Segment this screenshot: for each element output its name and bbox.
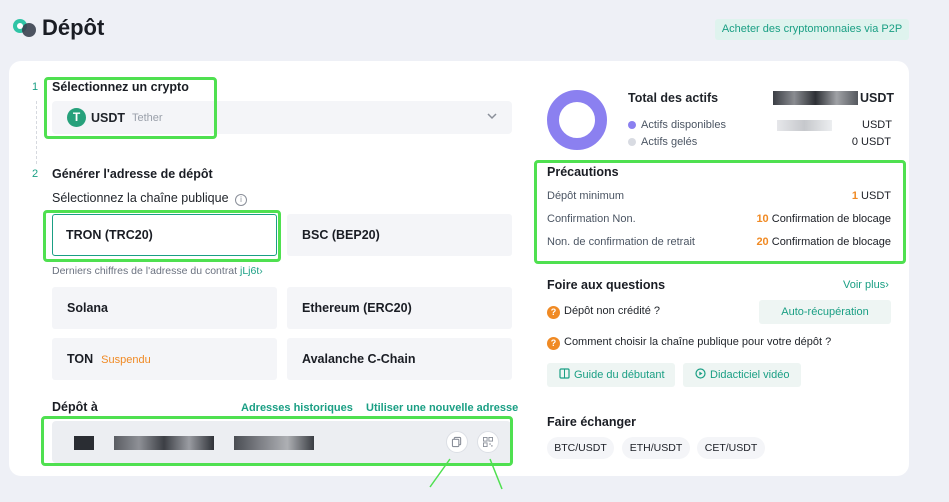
deposit-to-title: Dépôt à bbox=[52, 400, 98, 414]
chain-bsc-bep20[interactable]: BSC (BEP20) bbox=[287, 214, 512, 256]
generate-address-title: Générer l'adresse de dépôt bbox=[52, 167, 213, 181]
qr-code-icon bbox=[483, 437, 493, 447]
chain-select-label: Sélectionnez la chaîne publique i bbox=[52, 191, 248, 206]
chain-name: TON bbox=[67, 352, 94, 366]
withdraw-confirmation-number: 20 bbox=[756, 236, 769, 248]
withdraw-confirmation-value: 20 Confirmation de blocage bbox=[700, 236, 891, 248]
chevron-down-icon bbox=[487, 113, 497, 120]
confirmation-label: Confirmation Non. bbox=[547, 213, 636, 225]
pair-eth-usdt[interactable]: ETH/USDT bbox=[622, 437, 690, 459]
total-assets-unit: USDT bbox=[860, 91, 895, 105]
frozen-assets-row: Actifs gelés bbox=[628, 136, 697, 148]
available-assets-redaction bbox=[777, 120, 832, 131]
auto-recovery-button[interactable]: Auto-récupération bbox=[759, 300, 891, 324]
step-connector bbox=[36, 101, 37, 164]
video-tutorial-label: Didacticiel vidéo bbox=[710, 369, 790, 381]
contract-hint-text: Derniers chiffres de l'adresse du contra… bbox=[52, 265, 238, 277]
faq-question-text: Dépôt non crédité ? bbox=[564, 305, 661, 317]
precautions-title: Précautions bbox=[547, 165, 619, 179]
available-assets-unit: USDT bbox=[862, 119, 892, 131]
chain-name: TRON (TRC20) bbox=[66, 228, 153, 242]
frozen-legend-dot bbox=[628, 138, 636, 147]
usdt-coin-icon: T bbox=[67, 108, 86, 127]
assets-donut-chart bbox=[547, 90, 607, 150]
min-deposit-value: 1 USDT bbox=[700, 190, 891, 202]
buy-crypto-p2p-button[interactable]: Acheter des cryptomonnaies via P2P bbox=[715, 19, 909, 40]
available-legend-dot bbox=[628, 121, 636, 130]
see-more-text: Voir plus bbox=[843, 279, 886, 291]
withdraw-confirmation-text: Confirmation de blocage bbox=[771, 236, 891, 248]
chain-ton[interactable]: TON Suspendu bbox=[52, 338, 277, 380]
info-icon[interactable]: i bbox=[235, 194, 248, 206]
available-assets-row: Actifs disponibles bbox=[628, 119, 726, 131]
contract-suffix: jLj6t bbox=[240, 265, 260, 277]
chain-ethereum-erc20[interactable]: Ethereum (ERC20) bbox=[287, 287, 512, 329]
chain-name: Solana bbox=[67, 301, 108, 315]
total-assets-redaction bbox=[773, 91, 858, 105]
pair-cet-usdt[interactable]: CET/USDT bbox=[697, 437, 765, 459]
chain-solana[interactable]: Solana bbox=[52, 287, 277, 329]
play-icon bbox=[695, 368, 706, 379]
selected-coin-name: Tether bbox=[132, 112, 163, 124]
annotation-arrows bbox=[429, 458, 503, 490]
historical-addresses-link[interactable]: Adresses historiques bbox=[241, 402, 353, 414]
min-deposit-label: Dépôt minimum bbox=[547, 190, 625, 202]
faq-question-text: Comment choisir la chaîne publique pour … bbox=[564, 336, 832, 348]
pair-btc-usdt[interactable]: BTC/USDT bbox=[547, 437, 614, 459]
copy-address-button[interactable] bbox=[446, 431, 468, 453]
page-header: Dépôt Acheter des cryptomonnaies via P2P bbox=[0, 0, 949, 58]
step-2-number: 2 bbox=[32, 168, 39, 180]
copy-icon bbox=[451, 436, 462, 448]
address-redaction bbox=[114, 436, 214, 450]
min-deposit-unit: USDT bbox=[861, 190, 891, 202]
see-more-arrow-icon: › bbox=[885, 279, 889, 291]
frozen-assets-label: Actifs gelés bbox=[641, 136, 698, 148]
chain-select-label-text: Sélectionnez la chaîne publique bbox=[52, 191, 229, 205]
address-redaction bbox=[234, 436, 314, 450]
contract-arrow-icon: › bbox=[259, 265, 263, 277]
page-title: Dépôt bbox=[42, 15, 105, 40]
chain-name: BSC (BEP20) bbox=[302, 228, 380, 242]
faq-question-not-credited[interactable]: ? Dépôt non crédité ? bbox=[547, 305, 660, 319]
chain-name: Avalanche C-Chain bbox=[302, 352, 416, 366]
crypto-select[interactable]: T USDT Tether bbox=[52, 101, 512, 134]
faq-title: Foire aux questions bbox=[547, 278, 666, 292]
beginner-guide-label: Guide du débutant bbox=[574, 369, 665, 381]
withdraw-confirmation-label: Non. de confirmation de retrait bbox=[547, 236, 695, 248]
frozen-assets-value: 0 USDT bbox=[851, 136, 891, 148]
contract-hint: Derniers chiffres de l'adresse du contra… bbox=[52, 265, 263, 277]
confirmation-number: 10 bbox=[756, 213, 769, 225]
chain-avalanche-c-chain[interactable]: Avalanche C-Chain bbox=[287, 338, 512, 380]
min-deposit-number: 1 bbox=[851, 190, 858, 202]
confirmation-value: 10 Confirmation de blocage bbox=[700, 213, 891, 225]
new-address-link[interactable]: Utiliser une nouvelle adresse bbox=[366, 402, 518, 414]
qr-code-button[interactable] bbox=[477, 431, 499, 453]
step-1-number: 1 bbox=[32, 81, 39, 93]
see-more-link[interactable]: Voir plus› bbox=[843, 279, 889, 291]
faq-question-choose-chain[interactable]: ? Comment choisir la chaîne publique pour… bbox=[547, 336, 831, 350]
beginner-guide-button[interactable]: Guide du débutant bbox=[547, 363, 675, 387]
chain-status-badge: Suspendu bbox=[101, 354, 151, 366]
confirmation-text: Confirmation de blocage bbox=[771, 213, 891, 225]
chain-tron-trc20[interactable]: TRON (TRC20) bbox=[52, 214, 277, 256]
question-icon: ? bbox=[547, 337, 560, 350]
question-icon: ? bbox=[547, 306, 560, 319]
selected-coin-symbol: USDT bbox=[91, 111, 126, 125]
exchange-title: Faire échanger bbox=[547, 415, 636, 429]
available-assets-label: Actifs disponibles bbox=[641, 119, 726, 131]
deposit-logo-icon bbox=[13, 19, 36, 37]
video-tutorial-button[interactable]: Didacticiel vidéo bbox=[683, 363, 801, 387]
select-crypto-title: Sélectionnez un crypto bbox=[52, 80, 189, 94]
book-icon bbox=[559, 368, 570, 379]
address-redaction bbox=[74, 436, 94, 450]
contract-suffix-link[interactable]: jLj6t› bbox=[240, 265, 263, 277]
total-assets-title: Total des actifs bbox=[628, 91, 719, 105]
chain-name: Ethereum (ERC20) bbox=[302, 301, 412, 315]
